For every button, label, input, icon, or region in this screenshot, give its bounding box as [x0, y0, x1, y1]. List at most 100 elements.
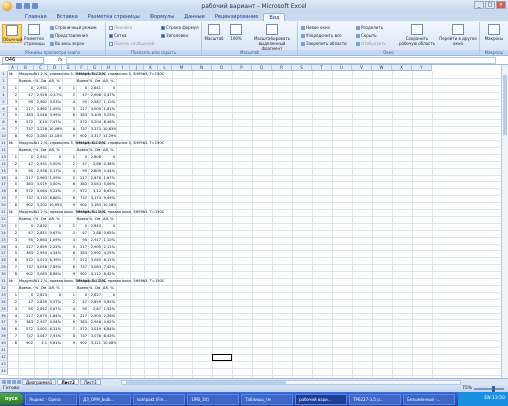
zoom-level[interactable]: 75%: [462, 385, 472, 392]
row-header[interactable]: 43: [0, 360, 8, 368]
taskbar-item[interactable]: Безымянный -...: [403, 393, 456, 405]
table-cell[interactable]: №: [8, 278, 18, 285]
table-cell[interactable]: №: [8, 140, 18, 147]
row-header[interactable]: 10: [0, 133, 8, 140]
page-layout-button[interactable]: Разметка страницы: [24, 24, 45, 46]
row-header[interactable]: 16: [0, 174, 8, 182]
column-header[interactable]: Q: [252, 65, 272, 71]
zoom-slider[interactable]: [474, 385, 504, 392]
tab-home[interactable]: Главная: [20, 13, 52, 21]
messages-checkbox[interactable]: Панель сообщений: [109, 41, 154, 46]
prev-sheet-icon[interactable]: [7, 380, 11, 384]
column-header[interactable]: P: [232, 65, 252, 71]
custom-views-button[interactable]: Представления: [50, 33, 88, 38]
row-header[interactable]: 9: [0, 126, 8, 134]
row-header[interactable]: 19: [0, 195, 8, 203]
row-header[interactable]: 31: [0, 278, 8, 285]
row-header[interactable]: 24: [0, 229, 8, 237]
row-header[interactable]: 42: [0, 353, 8, 361]
table-cell[interactable]: 9: [62, 340, 76, 347]
row-header[interactable]: 20: [0, 202, 8, 209]
table-cell[interactable]: 3,1: [34, 340, 48, 347]
row-header[interactable]: 6: [0, 105, 8, 113]
row-header[interactable]: 34: [0, 298, 8, 306]
row-header[interactable]: 17: [0, 181, 8, 189]
row-header[interactable]: 25: [0, 236, 8, 244]
row-header[interactable]: 32: [0, 284, 8, 292]
tab-data[interactable]: Данные: [179, 13, 210, 21]
table-cell[interactable]: 8: [8, 340, 18, 347]
vertical-scroll-thumb[interactable]: [503, 75, 507, 135]
freeze-panes-button[interactable]: Закрепить области: [301, 41, 347, 46]
arrange-all-button[interactable]: Упорядочить все: [301, 33, 342, 38]
redo-icon[interactable]: [32, 3, 38, 9]
start-button[interactable]: пуск: [0, 393, 24, 405]
grid-checkbox[interactable]: Сетка: [109, 33, 126, 38]
column-header[interactable]: W: [372, 65, 392, 71]
column-header[interactable]: V: [352, 65, 372, 71]
row-header[interactable]: 40: [0, 340, 8, 347]
horizontal-scroll-thumb[interactable]: [125, 380, 286, 384]
horizontal-scrollbar[interactable]: [120, 379, 461, 385]
row-header[interactable]: 2: [0, 77, 8, 85]
row-header[interactable]: 37: [0, 319, 8, 327]
minimize-button[interactable]: _: [474, 1, 484, 9]
language-indicator[interactable]: EN: [484, 396, 490, 401]
unhide-button[interactable]: Отобразить: [356, 41, 386, 46]
tab-view[interactable]: Вид: [263, 13, 286, 21]
taskbar-item[interactable]: ДЗ_ОРМ_bulb...: [79, 393, 132, 405]
table-cell[interactable]: 902: [18, 340, 34, 347]
column-header[interactable]: U: [332, 65, 352, 71]
worksheet-grid[interactable]: A B C D E F G H I J K L M N O P Q R S T U V W X Y 1 2 3 4 5 6 7 8 9 10 11 12…: [0, 65, 508, 378]
active-cell-selection[interactable]: [212, 353, 232, 361]
row-header[interactable]: 23: [0, 222, 8, 230]
taskbar-item[interactable]: TP6227-3,5 р...: [349, 393, 402, 405]
ruler-checkbox[interactable]: Линейка: [109, 25, 132, 30]
table-cell[interactable]: 3,121: [88, 340, 102, 347]
office-button[interactable]: [2, 1, 12, 11]
first-sheet-icon[interactable]: [2, 380, 6, 384]
taskbar-item[interactable]: 1IPB_1lt]: [187, 393, 240, 405]
row-header[interactable]: 3: [0, 84, 8, 92]
row-header[interactable]: 1: [0, 71, 8, 78]
table-cell[interactable]: 9,81%: [48, 340, 62, 347]
column-header[interactable]: X: [392, 65, 412, 71]
column-header[interactable]: R: [272, 65, 292, 71]
fx-icon[interactable]: fx: [58, 57, 63, 63]
zoom-button[interactable]: Масштаб: [204, 24, 224, 41]
column-header[interactable]: T: [312, 65, 332, 71]
zoom-100-button[interactable]: 100%: [226, 24, 246, 41]
save-workspace-button[interactable]: Сохранить рабочую область: [398, 24, 436, 46]
row-header[interactable]: 5: [0, 98, 8, 106]
taskbar-item[interactable]: Таблицы_гм: [241, 393, 294, 405]
row-header[interactable]: 35: [0, 305, 8, 313]
tab-insert[interactable]: Вставка: [52, 13, 83, 21]
row-header[interactable]: 11: [0, 140, 8, 147]
taskbar-item[interactable]: рабочий вари...: [295, 393, 348, 405]
name-box[interactable]: O46: [2, 57, 44, 64]
row-header[interactable]: 21: [0, 209, 8, 216]
row-header[interactable]: 4: [0, 91, 8, 99]
close-button[interactable]: ×: [496, 1, 506, 9]
headings-checkbox[interactable]: Заголовки: [161, 33, 188, 38]
table-cell[interactable]: 10,08%: [102, 340, 116, 347]
row-header[interactable]: 41: [0, 347, 8, 354]
maximize-button[interactable]: □: [485, 1, 495, 9]
taskbar-item[interactable]: Яндекс - Opera: [25, 393, 78, 405]
hide-button[interactable]: Скрыть: [356, 33, 377, 38]
row-header[interactable]: 30: [0, 271, 8, 278]
column-header[interactable]: S: [292, 65, 312, 71]
row-header[interactable]: 15: [0, 167, 8, 175]
row-header[interactable]: 14: [0, 160, 8, 168]
normal-view-button[interactable]: Обычный: [2, 24, 23, 43]
column-header[interactable]: Y: [412, 65, 432, 71]
page-break-button[interactable]: Страничный режим: [50, 25, 97, 30]
undo-icon[interactable]: [24, 3, 30, 9]
full-screen-button[interactable]: Во весь экран: [50, 41, 84, 46]
row-header[interactable]: 39: [0, 333, 8, 341]
new-window-button[interactable]: Новое окно: [301, 25, 330, 30]
row-header[interactable]: 29: [0, 264, 8, 272]
row-header[interactable]: 22: [0, 215, 8, 223]
row-header[interactable]: 38: [0, 326, 8, 334]
zoom-selection-button[interactable]: Масштабировать выделенный фрагмент: [248, 24, 296, 51]
